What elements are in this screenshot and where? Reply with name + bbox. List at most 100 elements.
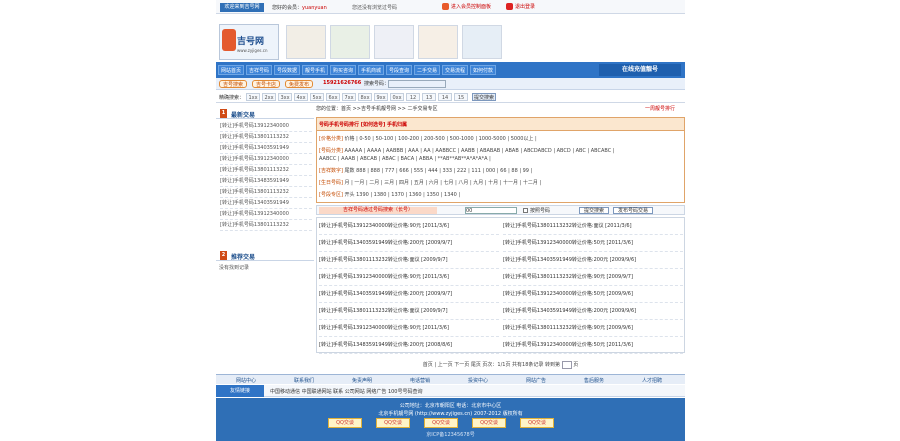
nav-item[interactable]: 吉祥号码	[246, 65, 273, 75]
listing-item[interactable]: [转让]手机号码13801113232转让价格:面议 [2011/3/6]	[503, 218, 683, 235]
tail-option[interactable]: 6xx	[326, 93, 340, 101]
tail-option[interactable]: 5xx	[310, 93, 324, 101]
filter-prefix[interactable]: [号段专区] 开头 1390 | 1380 | 1370 | 1360 | 13…	[319, 191, 683, 199]
listing-item[interactable]: [转让]手机号码13403591949转让价格:200元 [2009/9/6]	[503, 252, 683, 269]
listing-item[interactable]: [转让]手机号码13483591949转让价格:200元 [2008/8/6]	[319, 337, 499, 354]
footer-link[interactable]: 电话营销	[410, 377, 430, 384]
match-checkbox[interactable]	[523, 208, 528, 213]
banner-2[interactable]	[330, 25, 370, 59]
submit-search-button[interactable]: 提交搜索	[472, 93, 496, 101]
member-panel-link[interactable]: 进入会员控制面板	[442, 3, 491, 10]
recommend-empty: 没有找到记录	[219, 265, 250, 271]
qq-chat-button[interactable]: QQ交谈	[424, 418, 458, 428]
site-logo[interactable]: 吉号网 www.zyjiges.cn	[219, 24, 279, 60]
tail-option[interactable]: 13	[422, 93, 436, 101]
tail-option[interactable]: 8xx	[358, 93, 372, 101]
pill-publish[interactable]: 免费发布	[285, 80, 314, 88]
filter-pattern-2[interactable]: AABCC | AAAB | ABCAB | ABAC | BACA | ABB…	[319, 155, 683, 163]
list-item[interactable]: [转让]手机号码13912340000	[220, 121, 312, 132]
tail-option[interactable]: 1xx	[246, 93, 260, 101]
pagination: 首页 | 上一页 下一页 尾页 页次：1/1页 共有18条记录 转到第 页	[422, 360, 579, 369]
footer-link[interactable]: 免责声明	[352, 377, 372, 384]
nav-item[interactable]: 二手交易	[414, 65, 441, 75]
list-item[interactable]: [转让]手机号码13801113232	[220, 165, 312, 176]
listing-item[interactable]: [转让]手机号码13912340000转让价格:50元 [2011/3/6]	[503, 235, 683, 252]
qq-chat-button[interactable]: QQ交谈	[328, 418, 362, 428]
submit-button[interactable]: 提交搜索	[579, 207, 609, 214]
filter-pattern[interactable]: [号码分类] AAAAA | AAAA | AABBB | AAA | AA |…	[319, 147, 683, 155]
list-item[interactable]: [转让]手机号码13403591949	[220, 143, 312, 154]
exact-search-label: 精确搜索：	[219, 95, 245, 101]
listing-item[interactable]: [转让]手机号码13801113232转让价格:90元 [2009/9/6]	[503, 320, 683, 337]
friend-links-text[interactable]: 中国移动通信 中国联通网站 联系 公司网站 网络广告 100号号码查询	[270, 388, 423, 395]
logout-icon	[506, 3, 513, 10]
nav-item[interactable]: 如何付款	[470, 65, 497, 75]
tail-option[interactable]: 7xx	[342, 93, 356, 101]
qq-chat-button[interactable]: QQ交谈	[472, 418, 506, 428]
list-item[interactable]: [转让]手机号码13801113232	[220, 187, 312, 198]
listing-item[interactable]: [转让]手机号码13801113232转让价格:面议 [2009/9/7]	[319, 303, 499, 320]
nav-item[interactable]: 号段查询	[386, 65, 413, 75]
banner-3[interactable]	[374, 25, 414, 59]
tail-option[interactable]: 15	[454, 93, 468, 101]
listing-item[interactable]: [转让]手机号码13912340000转让价格:90元 [2011/3/6]	[319, 320, 499, 337]
footer-link[interactable]: 网站广告	[526, 377, 546, 384]
list-item[interactable]: [转让]手机号码13403591949	[220, 198, 312, 209]
list-item[interactable]: [转让]手机号码13912340000	[220, 154, 312, 165]
number-input[interactable]: 00	[465, 207, 517, 214]
footer-link[interactable]: 售后服务	[584, 377, 604, 384]
listing-item[interactable]: [转让]手机号码13912340000转让价格:50元 [2009/9/6]	[503, 286, 683, 303]
nav-item[interactable]: 号段数据	[274, 65, 301, 75]
filter-price[interactable]: [价格分类] 价格 | 0-50 | 50-100 | 100-200 | 20…	[319, 135, 683, 143]
list-item[interactable]: [转让]手机号码13801113232	[220, 132, 312, 143]
tail-option[interactable]: 2xx	[262, 93, 276, 101]
listing-item[interactable]: [转让]手机号码13403591949转让价格:200元 [2009/9/7]	[319, 286, 499, 303]
home-link[interactable]: 欢迎来到吉号网	[220, 3, 264, 12]
filter-lucky[interactable]: [吉祥数字] 尾数 888 | 888 | 777 | 666 | 555 | …	[319, 167, 683, 175]
filter-birthday[interactable]: [生日号码] 月 | 一月 | 二月 | 三月 | 四月 | 五月 | 六月 |…	[319, 179, 683, 187]
tail-option[interactable]: 14	[438, 93, 452, 101]
list-item[interactable]: [转让]手机号码13801113232	[220, 220, 312, 231]
listing-item[interactable]: [转让]手机号码13403591949转让价格:200元 [2009/9/7]	[319, 235, 499, 252]
tail-option[interactable]: 9xx	[374, 93, 388, 101]
search-label: 搜索号码：	[364, 81, 390, 87]
search-input[interactable]	[388, 80, 446, 88]
list-item[interactable]: [转让]手机号码13912340000	[220, 209, 312, 220]
tail-search-row: 精确搜索： 1xx 2xx 3xx 4xx 5xx 6xx 7xx 8xx 9x…	[216, 91, 685, 103]
nav-item[interactable]: 手机商城	[358, 65, 385, 75]
publish-button[interactable]: 发布号码交易	[613, 207, 653, 214]
qq-chat-button[interactable]: QQ交谈	[376, 418, 410, 428]
banner-5[interactable]	[462, 25, 502, 59]
listing-item[interactable]: [转让]手机号码13912340000转让价格:90元 [2011/3/6]	[319, 269, 499, 286]
qq-chat-button[interactable]: QQ交谈	[520, 418, 554, 428]
tail-option[interactable]: 3xx	[278, 93, 292, 101]
footer-link[interactable]: 投资中心	[468, 377, 488, 384]
banner-4[interactable]	[418, 25, 458, 59]
listing-item[interactable]: [转让]手机号码13403591949转让价格:200元 [2009/9/6]	[503, 303, 683, 320]
logout-link[interactable]: 退出登录	[506, 3, 535, 10]
footer-link[interactable]: 人才招聘	[642, 377, 662, 384]
tail-option[interactable]: 0xx	[390, 93, 404, 101]
tail-option[interactable]: 4xx	[294, 93, 308, 101]
listing-item[interactable]: [转让]手机号码13801113232转让价格:面议 [2009/9/7]	[319, 252, 499, 269]
tail-option[interactable]: 12	[406, 93, 420, 101]
ranking-link[interactable]: 一周靓号排行	[645, 104, 675, 114]
nav-item[interactable]: 购买咨询	[330, 65, 357, 75]
latest-trades-header: 1 最新交易	[216, 108, 314, 119]
recharge-button[interactable]: 在线充值靓号	[599, 64, 681, 76]
footer-link[interactable]: 网站中心	[236, 377, 256, 384]
banner-1[interactable]	[286, 25, 326, 59]
nav-item[interactable]: 交易流程	[442, 65, 469, 75]
list-item[interactable]: [转让]手机号码13483591949	[220, 176, 312, 187]
page-jump-input[interactable]	[561, 360, 572, 369]
footer-link[interactable]: 联系我们	[294, 377, 314, 384]
nav-item[interactable]: 网站首页	[218, 65, 245, 75]
pill-shop[interactable]: 吉号卡店	[252, 80, 281, 88]
listing-item[interactable]: [转让]手机号码13912340000转让价格:50元 [2011/3/6]	[503, 337, 683, 354]
listing-item[interactable]: [转让]手机号码13912340000转让价格:90元 [2011/3/6]	[319, 218, 499, 235]
pill-search[interactable]: 吉号搜索	[219, 80, 248, 88]
left-sidebar: 1 最新交易 [转让]手机号码13912340000 [转让]手机号码138011…	[216, 104, 314, 374]
page: 欢迎来到吉号网 您好的会员：yuanyuan 您还没有浏览过号码 进入会员控制面…	[216, 0, 685, 441]
nav-item[interactable]: 靓号手机	[302, 65, 329, 75]
listing-item[interactable]: [转让]手机号码13801113232转让价格:90元 [2009/9/7]	[503, 269, 683, 286]
